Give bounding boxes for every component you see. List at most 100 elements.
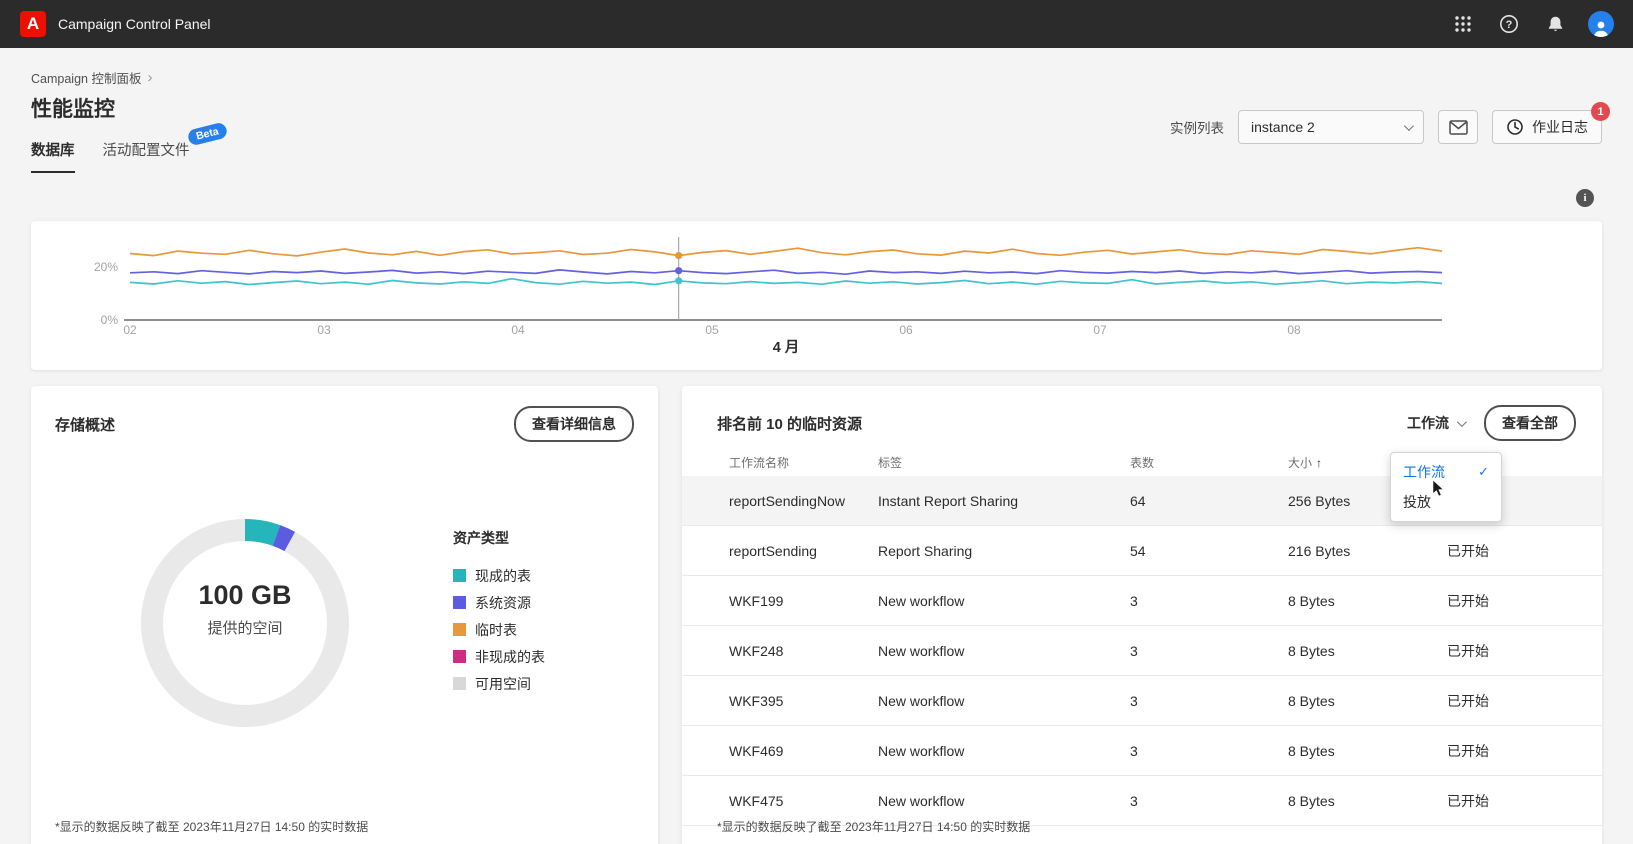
legend-item: 可用空间: [453, 670, 545, 697]
instance-select[interactable]: instance 2: [1238, 110, 1424, 144]
app-switcher-button[interactable]: [1445, 6, 1481, 42]
brand: A Campaign Control Panel: [20, 11, 211, 37]
tabs: 数据库 活动配置文件 Beta: [31, 121, 1602, 173]
beta-badge: Beta: [186, 121, 228, 147]
chevron-right-icon: ›: [147, 68, 153, 86]
cell-size: 8 Bytes: [1288, 792, 1335, 809]
legend-title: 资产类型: [453, 530, 509, 546]
resources-card-header: 排名前 10 的临时资源 工作流 查看全部: [682, 405, 1602, 441]
check-icon: ✓: [1478, 464, 1489, 479]
resource-type-dropdown-menu: 工作流 ✓ 投放: [1390, 452, 1502, 522]
donut-center-text: 100 GB 提供的空间: [135, 499, 355, 719]
table-row[interactable]: WKF395 New workflow 3 8 Bytes 已开始: [682, 676, 1602, 726]
chevron-down-icon: [1403, 120, 1414, 131]
svg-text:0%: 0%: [101, 313, 119, 327]
instance-select-value: instance 2: [1251, 119, 1315, 135]
cell-workflow-name: WKF469: [729, 742, 784, 759]
tab-database[interactable]: 数据库: [31, 139, 75, 173]
cell-status: 已开始: [1447, 642, 1489, 659]
storage-donut-chart: 100 GB 提供的空间: [135, 513, 355, 733]
legend-item: 系统资源: [453, 589, 545, 616]
svg-text:04: 04: [511, 323, 525, 337]
svg-text:20%: 20%: [94, 260, 118, 274]
grid-icon: [1455, 16, 1471, 32]
sort-ascending-icon: ↑: [1316, 455, 1323, 470]
view-all-button[interactable]: 查看全部: [1484, 405, 1576, 441]
cell-label: New workflow: [878, 592, 965, 609]
legend-item: 临时表: [453, 616, 545, 643]
breadcrumb[interactable]: Campaign 控制面板 ›: [31, 68, 1602, 87]
column-header-table-count[interactable]: 表数: [1130, 454, 1288, 471]
legend-swatch: [453, 677, 466, 690]
cell-workflow-name: WKF248: [729, 642, 784, 659]
dropdown-item-投放[interactable]: 投放: [1391, 487, 1501, 517]
dropdown-items: 工作流 ✓ 投放: [1391, 457, 1501, 517]
jobs-log-label: 作业日志: [1532, 119, 1588, 135]
info-icon[interactable]: i: [1576, 189, 1594, 207]
svg-text:07: 07: [1093, 323, 1107, 337]
table-row[interactable]: reportSending Report Sharing 54 216 Byte…: [682, 526, 1602, 576]
avatar[interactable]: [1583, 6, 1619, 42]
notifications-button[interactable]: [1537, 6, 1573, 42]
cell-size: 8 Bytes: [1288, 592, 1335, 609]
app-title: Campaign Control Panel: [58, 16, 211, 32]
adobe-logo-icon[interactable]: A: [20, 11, 46, 37]
cell-table-count: 3: [1130, 692, 1138, 709]
topbar-actions: ?: [1445, 6, 1619, 42]
cell-workflow-name: WKF475: [729, 792, 784, 809]
table-row[interactable]: WKF469 New workflow 3 8 Bytes 已开始: [682, 726, 1602, 776]
jobs-log-button[interactable]: 作业日志 1: [1492, 102, 1610, 144]
cell-table-count: 3: [1130, 592, 1138, 609]
resources-title: 排名前 10 的临时资源: [717, 415, 863, 433]
cell-label: Instant Report Sharing: [878, 492, 1019, 509]
legend-label: 现成的表: [475, 567, 531, 584]
resources-header-actions: 工作流 查看全部: [1407, 405, 1576, 441]
tab-database-label: 数据库: [31, 143, 75, 159]
view-details-button[interactable]: 查看详细信息: [514, 406, 634, 442]
help-icon: ?: [1500, 15, 1518, 33]
table-body: reportSendingNow Instant Report Sharing …: [682, 476, 1602, 826]
email-button[interactable]: [1438, 110, 1478, 144]
cell-size: 8 Bytes: [1288, 742, 1335, 759]
cell-status: 已开始: [1447, 592, 1489, 609]
legend-swatch: [453, 623, 466, 636]
trend-line-chart[interactable]: 20% 0% 02 03 04 05 06 07 08 4 月: [31, 221, 1602, 370]
table-row[interactable]: WKF248 New workflow 3 8 Bytes 已开始: [682, 626, 1602, 676]
temp-resources-card: 排名前 10 的临时资源 工作流 查看全部 工作流名称 标签 表数 大小 ↑ re…: [682, 386, 1602, 844]
storage-overview-card: 存储概述 查看详细信息 100 GB 提供的空间 资产类型 现成的表系统资源 临时…: [31, 386, 658, 844]
dropdown-trigger-label: 工作流: [1407, 415, 1449, 431]
cell-workflow-name: WKF199: [729, 592, 784, 609]
storage-card-header: 存储概述 查看详细信息: [55, 406, 634, 442]
svg-text:?: ?: [1506, 19, 1513, 31]
table-row[interactable]: WKF199 New workflow 3 8 Bytes 已开始: [682, 576, 1602, 626]
cell-table-count: 64: [1130, 492, 1146, 509]
breadcrumb-link[interactable]: Campaign 控制面板: [31, 68, 141, 87]
cell-label: New workflow: [878, 792, 965, 809]
cell-size: 8 Bytes: [1288, 692, 1335, 709]
cell-table-count: 3: [1130, 792, 1138, 809]
help-button[interactable]: ?: [1491, 6, 1527, 42]
notification-badge: 1: [1591, 102, 1610, 121]
asset-type-legend: 资产类型 现成的表系统资源 临时表非现成的表可用空间: [453, 528, 545, 697]
cell-label: New workflow: [878, 642, 965, 659]
cell-size: 216 Bytes: [1288, 542, 1351, 559]
legend-label: 非现成的表: [475, 648, 545, 665]
cell-table-count: 54: [1130, 542, 1146, 559]
legend-swatch: [453, 596, 466, 609]
column-header-label[interactable]: 标签: [878, 454, 1130, 471]
cell-label: New workflow: [878, 692, 965, 709]
cell-label: New workflow: [878, 742, 965, 759]
tab-campaign-profiles[interactable]: 活动配置文件 Beta: [103, 121, 228, 173]
column-header-workflow-name[interactable]: 工作流名称: [729, 454, 878, 471]
resource-type-dropdown-trigger[interactable]: 工作流: [1407, 413, 1467, 433]
history-clock-icon: [1507, 119, 1523, 135]
cell-status: 已开始: [1447, 542, 1489, 559]
storage-footnote: *显示的数据反映了截至 2023年11月27日 14:50 的实时数据: [55, 820, 369, 834]
info-row: i: [31, 189, 1594, 207]
topbar: A Campaign Control Panel ?: [0, 0, 1633, 48]
dropdown-item-工作流[interactable]: 工作流 ✓: [1391, 457, 1501, 487]
svg-text:08: 08: [1287, 323, 1301, 337]
cell-label: Report Sharing: [878, 542, 973, 559]
legend-label: 可用空间: [475, 675, 531, 692]
svg-text:05: 05: [705, 323, 719, 337]
